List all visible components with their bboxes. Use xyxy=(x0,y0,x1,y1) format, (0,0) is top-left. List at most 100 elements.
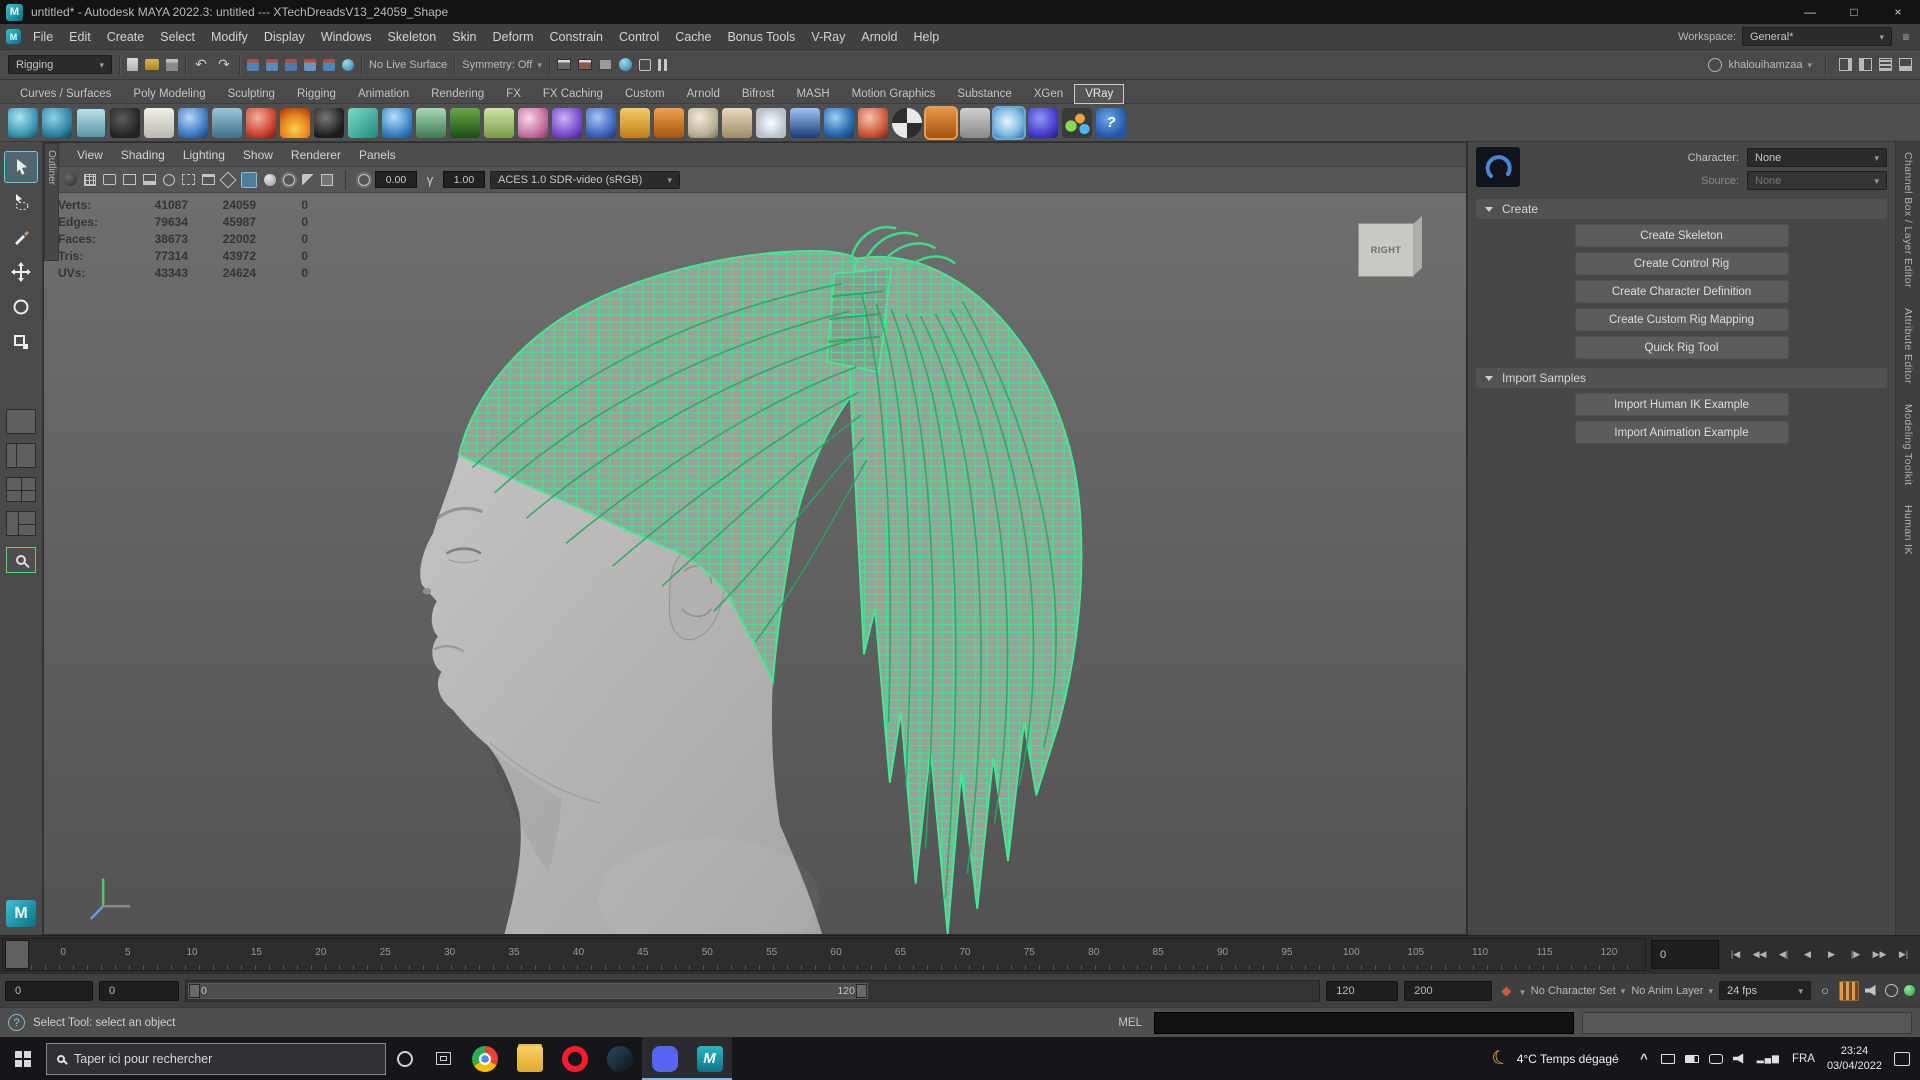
render-view-icon[interactable] xyxy=(618,58,632,71)
characters-icon[interactable] xyxy=(212,107,242,138)
speaker-icon[interactable] xyxy=(1732,1053,1744,1064)
teapot-plus-icon[interactable] xyxy=(960,107,990,138)
film-gate-icon[interactable] xyxy=(103,174,116,185)
shelf-tab[interactable]: Rigging xyxy=(287,85,346,103)
menu-item[interactable]: Help xyxy=(906,30,948,44)
wireframe-icon[interactable] xyxy=(219,171,237,188)
view-cube[interactable]: RIGHT xyxy=(1358,223,1414,277)
scale-tool-button[interactable] xyxy=(5,327,37,357)
hik-button[interactable]: Import Human IK Example xyxy=(1574,393,1789,416)
shelf-tab[interactable]: Motion Graphics xyxy=(842,85,946,103)
layout-four-pane-button[interactable] xyxy=(6,477,36,502)
target-camera-icon[interactable] xyxy=(64,173,77,186)
step-back-frame-button[interactable]: ◀| xyxy=(1772,942,1795,968)
resolution-gate-icon[interactable] xyxy=(123,174,136,185)
battery-icon[interactable] xyxy=(1684,1054,1699,1063)
menu-set-selector[interactable]: Rigging xyxy=(8,55,112,74)
lights-icon[interactable] xyxy=(283,173,295,186)
ipr-render-icon[interactable] xyxy=(577,59,592,70)
layout-single-pane-button[interactable] xyxy=(6,409,36,434)
start-button[interactable] xyxy=(0,1037,46,1080)
glossy-sphere-icon[interactable] xyxy=(824,107,854,138)
shelf-tab[interactable]: Bifrost xyxy=(732,85,785,103)
workspace-dropdown[interactable]: General* xyxy=(1742,27,1892,46)
cloud-icon[interactable] xyxy=(992,105,1026,140)
cube-icon[interactable] xyxy=(348,107,378,138)
redo-icon[interactable]: ↷ xyxy=(216,56,232,73)
viewport-menu-item[interactable]: Shading xyxy=(112,148,174,162)
particles-icon[interactable] xyxy=(1062,107,1092,138)
hik-button[interactable]: Create Skeleton xyxy=(1574,224,1789,247)
grass-icon[interactable] xyxy=(450,107,480,138)
gamma-icon[interactable]: γ xyxy=(422,172,438,188)
flowers-icon[interactable] xyxy=(518,107,548,138)
grid-icon[interactable] xyxy=(84,173,96,186)
taskbar-app[interactable] xyxy=(507,1037,552,1080)
shadows-icon[interactable] xyxy=(302,173,314,186)
funnel-icon[interactable] xyxy=(654,107,684,138)
play-forward-button[interactable]: ▶ xyxy=(1820,942,1843,968)
shelf-tab[interactable]: Sculpting xyxy=(218,85,285,103)
character-set-dropdown[interactable]: No Character Set xyxy=(1531,985,1626,997)
shelf-tab[interactable]: Curves / Surfaces xyxy=(10,85,121,103)
menu-item[interactable]: Skeleton xyxy=(380,30,445,44)
gate-mask-icon[interactable] xyxy=(143,174,156,185)
lasso-tool-button[interactable] xyxy=(5,187,37,217)
shelf-tab[interactable]: Poly Modeling xyxy=(123,85,215,103)
red-sphere-icon[interactable] xyxy=(246,107,276,138)
textured-mode-icon[interactable] xyxy=(264,173,276,186)
menu-item[interactable]: Modify xyxy=(203,30,256,44)
shelf-tab[interactable]: FX xyxy=(496,85,531,103)
notes-icon[interactable] xyxy=(144,107,174,138)
timeline-bar[interactable]: 0 5 10 15 20 25 30 35 40 45 50 55 60 65 70 75 80 85 90 95 10… xyxy=(2,938,1646,971)
go-to-end-button[interactable]: ▶| xyxy=(1892,942,1915,968)
live-surface-field[interactable]: No Live Surface xyxy=(369,59,447,71)
select-tool-button[interactable] xyxy=(4,151,38,183)
action-center-icon[interactable] xyxy=(1894,1051,1910,1066)
cone-icon[interactable] xyxy=(722,107,752,138)
taskbar-search-input[interactable] xyxy=(74,1051,375,1066)
menu-item[interactable]: Deform xyxy=(485,30,542,44)
key-options-caret-icon[interactable] xyxy=(1520,984,1525,998)
maya-home-icon[interactable]: M xyxy=(6,29,21,44)
taskbar-weather[interactable]: ☾ 4°C Temps dégagé xyxy=(1482,1046,1629,1071)
vray-logo-icon[interactable] xyxy=(1028,107,1058,138)
taskbar-app[interactable]: M xyxy=(687,1037,732,1080)
color-space-dropdown[interactable]: ACES 1.0 SDR-video (sRGB) xyxy=(490,170,680,189)
channel-box-toggle-icon[interactable] xyxy=(1879,58,1892,71)
move-tool-button[interactable] xyxy=(5,257,37,287)
workspace-panel-toggle-icon[interactable] xyxy=(1899,58,1912,71)
menu-item[interactable]: Constrain xyxy=(542,30,612,44)
side-panel-tab[interactable]: Modeling Toolkit xyxy=(1902,404,1914,486)
ring-sphere-icon[interactable] xyxy=(586,107,616,138)
attribute-editor-toggle-icon[interactable] xyxy=(1839,58,1852,71)
xray-icon[interactable] xyxy=(321,173,333,186)
fur-icon[interactable] xyxy=(484,107,514,138)
exposure-icon[interactable] xyxy=(358,173,370,186)
maximize-button[interactable]: □ xyxy=(1832,0,1876,24)
mel-command-input[interactable] xyxy=(1154,1011,1574,1034)
dome-icon[interactable] xyxy=(620,107,650,138)
paint-select-tool-button[interactable] xyxy=(5,222,37,252)
open-scene-icon[interactable] xyxy=(145,59,159,70)
viewport-menu-item[interactable]: Panels xyxy=(350,148,405,162)
clay-sphere-icon[interactable] xyxy=(688,107,718,138)
playback-speed-icon[interactable] xyxy=(1885,984,1898,997)
exposure-field[interactable] xyxy=(375,171,417,188)
shelf-tab[interactable]: MASH xyxy=(786,85,839,103)
layout-two-pane-button[interactable] xyxy=(6,443,36,468)
save-scene-icon[interactable] xyxy=(166,58,178,71)
account-dropdown[interactable]: khalouihamzaa xyxy=(1728,59,1812,71)
microphone-icon[interactable] xyxy=(1708,1053,1723,1064)
shelf-tab[interactable]: FX Caching xyxy=(533,85,613,103)
network-icon[interactable]: ▂▄▆ xyxy=(1757,1051,1780,1067)
display-icon[interactable] xyxy=(1660,1053,1675,1064)
current-frame-field[interactable]: 0 xyxy=(1651,940,1719,969)
animation-start-field[interactable]: 0 xyxy=(5,980,93,1001)
close-button[interactable]: × xyxy=(1876,0,1920,24)
workspace-options-icon[interactable]: ≡ xyxy=(1898,29,1914,45)
animation-end-field[interactable]: 200 xyxy=(1404,980,1493,1001)
anim-layer-dropdown[interactable]: No Anim Layer xyxy=(1631,985,1713,997)
hik-button[interactable]: Import Animation Example xyxy=(1574,421,1789,444)
frame-selection-button[interactable] xyxy=(6,547,36,573)
